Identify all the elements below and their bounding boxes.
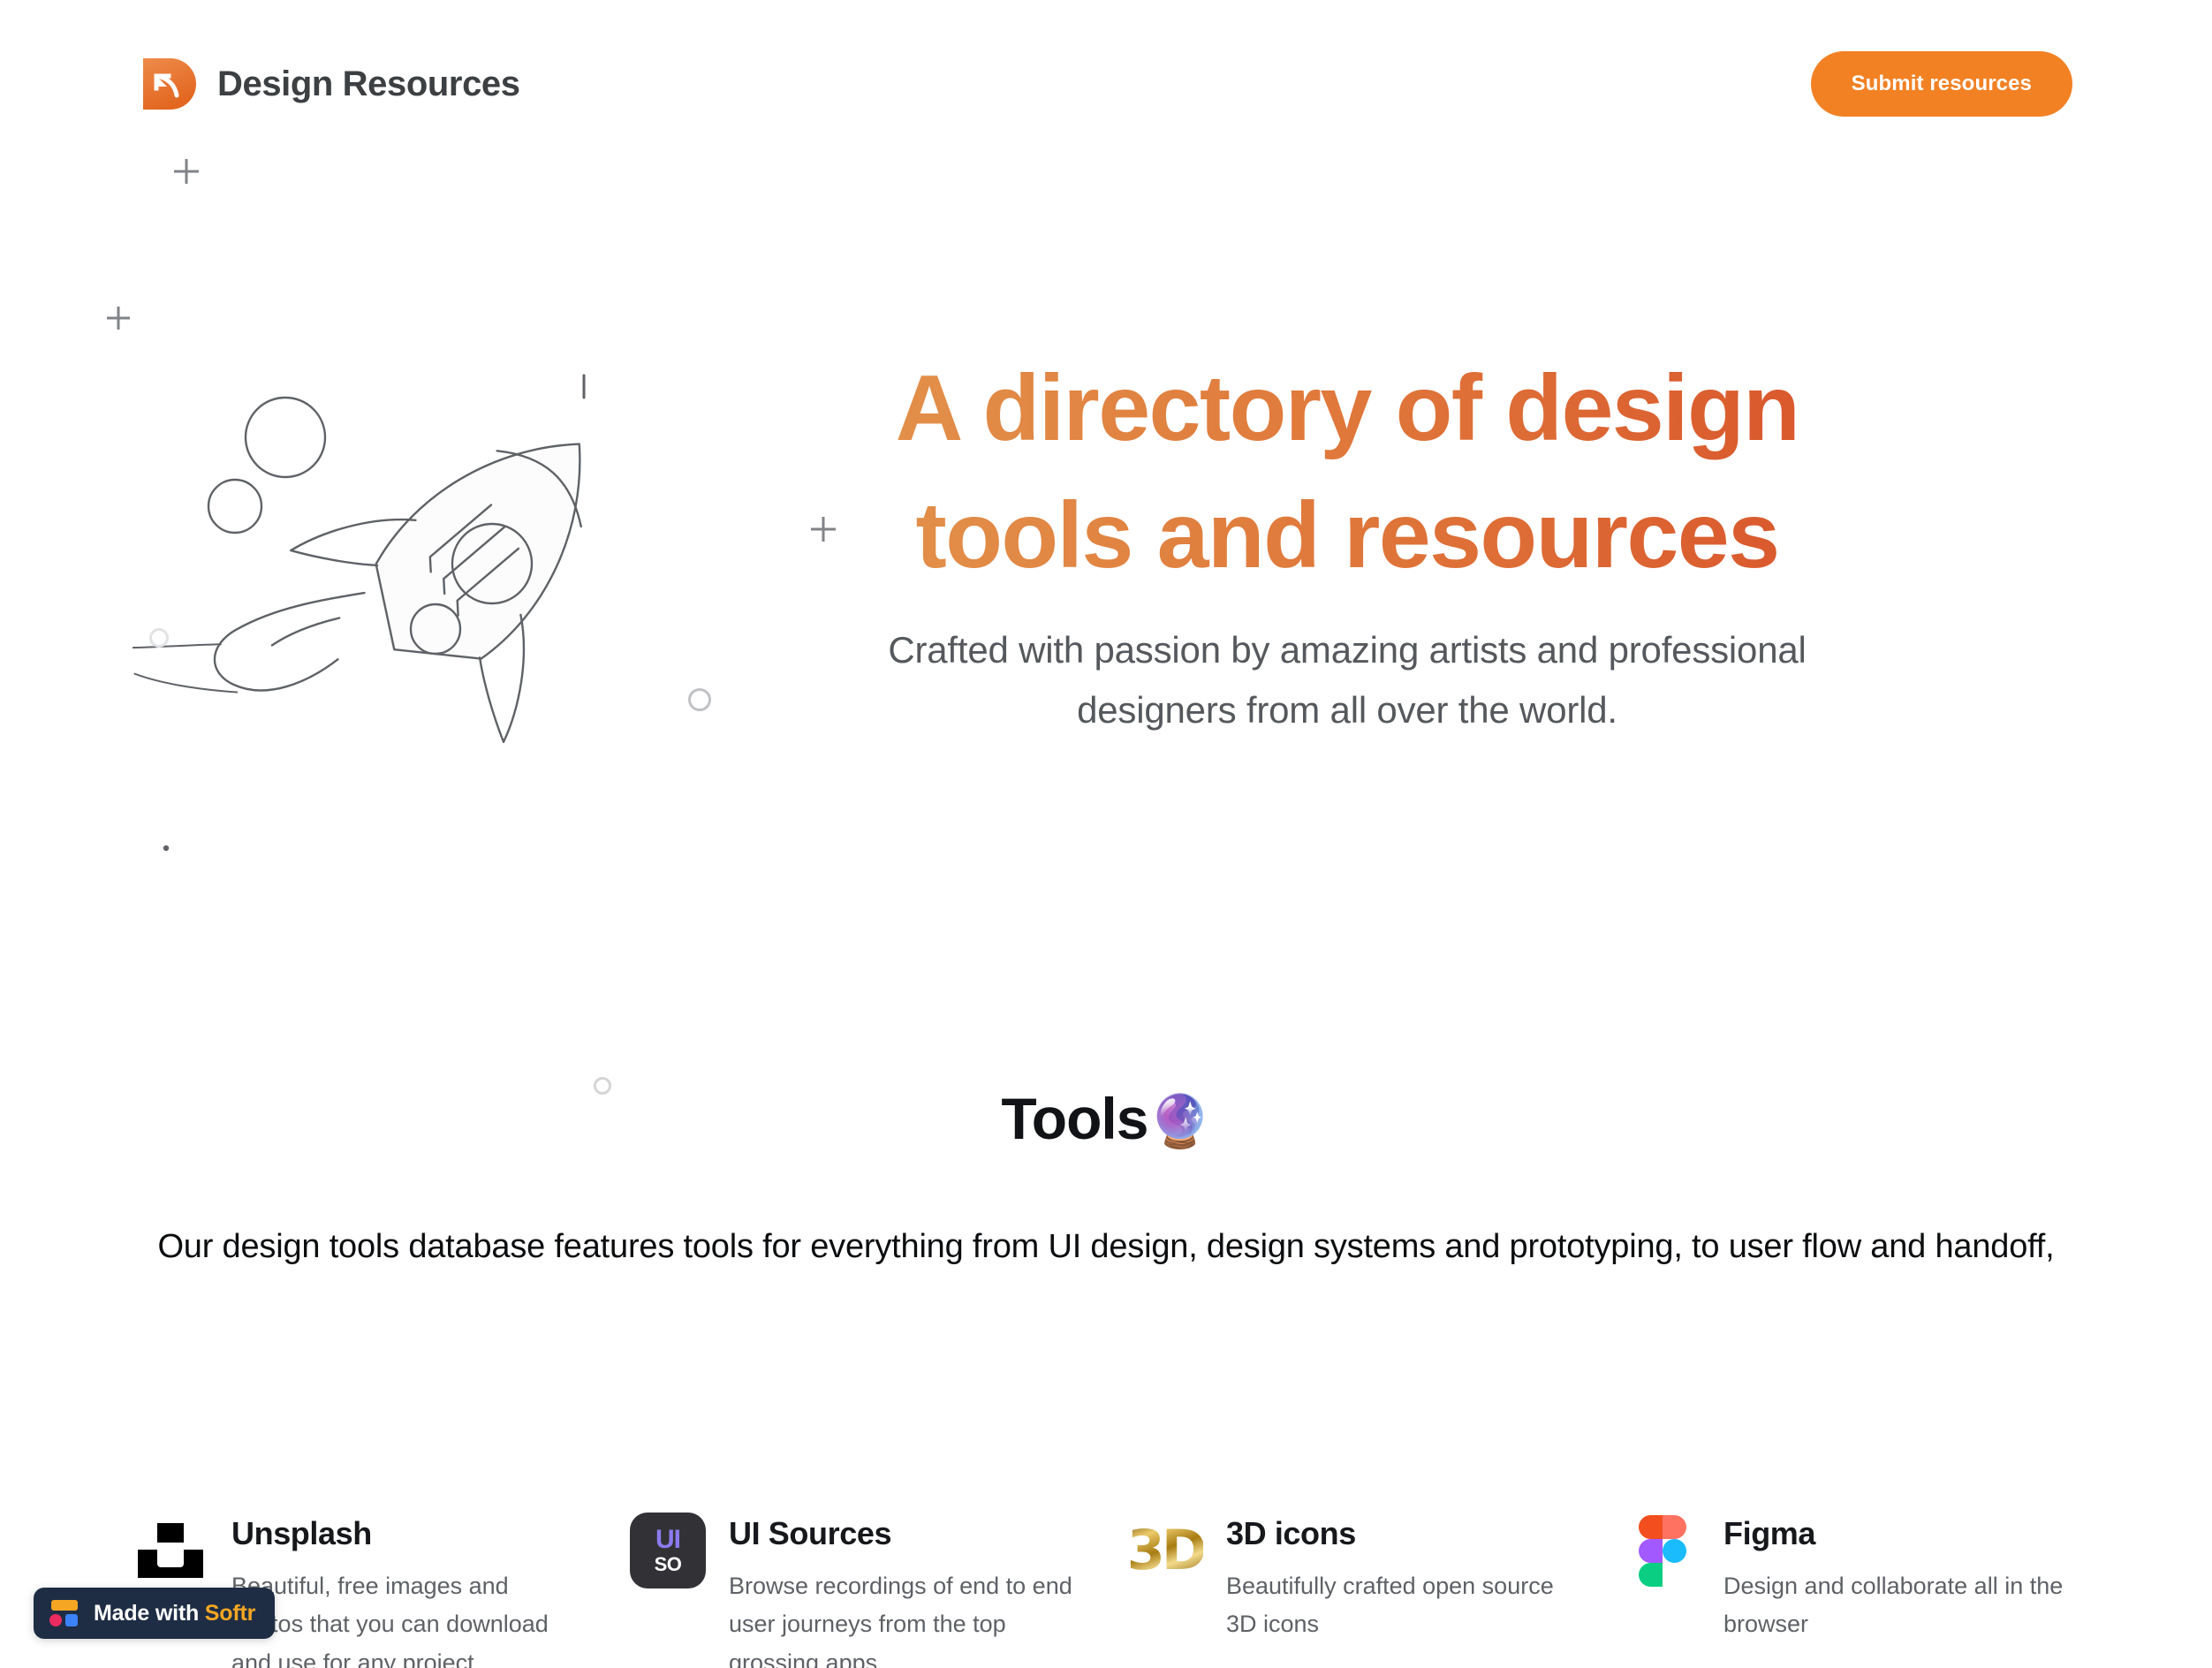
tool-card-3d-icons[interactable]: 3D 3D icons Beautifully crafted open sou… xyxy=(1127,1513,1582,1668)
softr-badge-prefix: Made with xyxy=(94,1600,200,1626)
design-resources-logo-icon xyxy=(141,57,196,111)
tool-card-title: Unsplash xyxy=(231,1515,372,1551)
tools-heading-text: Tools xyxy=(1001,1086,1148,1151)
brand-link[interactable]: Design Resources xyxy=(141,57,520,111)
crystal-ball-icon: 🔮 xyxy=(1148,1093,1211,1150)
tools-description: Our design tools database features tools… xyxy=(157,1227,2055,1265)
tool-card-description: Beautifully crafted open source 3D icons xyxy=(1226,1572,1554,1638)
made-with-softr-badge[interactable]: Made with Softr xyxy=(34,1588,276,1639)
ui-sources-logo-icon: UI SO xyxy=(630,1513,706,1588)
brand-name: Design Resources xyxy=(217,64,520,103)
softr-badge-text: Made with Softr xyxy=(94,1601,255,1626)
tool-card-ui-sources[interactable]: UI SO UI Sources Browse recordings of en… xyxy=(630,1513,1085,1668)
figma-logo-icon xyxy=(1625,1513,1701,1588)
tools-card-grid: Unsplash Beautiful, free images and phot… xyxy=(0,1513,2212,1668)
tools-heading: Tools🔮 xyxy=(0,1087,2212,1151)
decorative-plus-mid xyxy=(107,307,130,330)
ui-sources-logo-top: UI xyxy=(655,1525,681,1554)
tool-card-title: 3D icons xyxy=(1226,1515,1356,1551)
decorative-ring-left xyxy=(149,628,169,648)
tool-card-description: Browse recordings of end to end user jou… xyxy=(729,1572,1072,1668)
submit-resources-button[interactable]: Submit resources xyxy=(1810,51,2072,117)
softr-logo-icon xyxy=(49,1600,80,1626)
softr-badge-brand: Softr xyxy=(204,1600,256,1626)
tool-card-description: Beautiful, free images and photos that y… xyxy=(231,1572,549,1668)
tool-card-title: UI Sources xyxy=(729,1515,892,1551)
tool-card-description: Design and collaborate all in the browse… xyxy=(1723,1572,2064,1638)
site-header: Design Resources Submit resources xyxy=(0,0,2212,168)
unsplash-logo-icon xyxy=(133,1513,208,1588)
ui-sources-logo-bottom: SO xyxy=(654,1553,682,1575)
decorative-plus-top xyxy=(174,159,199,184)
three-d-icons-logo-text: 3D xyxy=(1126,1518,1208,1582)
page-root: Design Resources Submit resources A dire… xyxy=(0,0,2212,1668)
hero-title: A directory of design tools and resource… xyxy=(822,345,1873,599)
hero-subtitle: Crafted with passion by amazing artists … xyxy=(888,629,1807,732)
rocket-line-art-illustration-icon xyxy=(133,203,786,875)
hero-copy: A directory of design tools and resource… xyxy=(822,345,1873,740)
tool-card-title: Figma xyxy=(1723,1515,1816,1551)
hero-section: A directory of design tools and resource… xyxy=(0,168,2212,1095)
tool-card-figma[interactable]: Figma Design and collaborate all in the … xyxy=(1625,1513,2079,1668)
decorative-ring-right xyxy=(688,688,711,711)
three-d-icons-logo-icon: 3D xyxy=(1126,1513,1208,1588)
tools-section: Tools🔮 Our design tools database feature… xyxy=(0,1087,2212,1276)
